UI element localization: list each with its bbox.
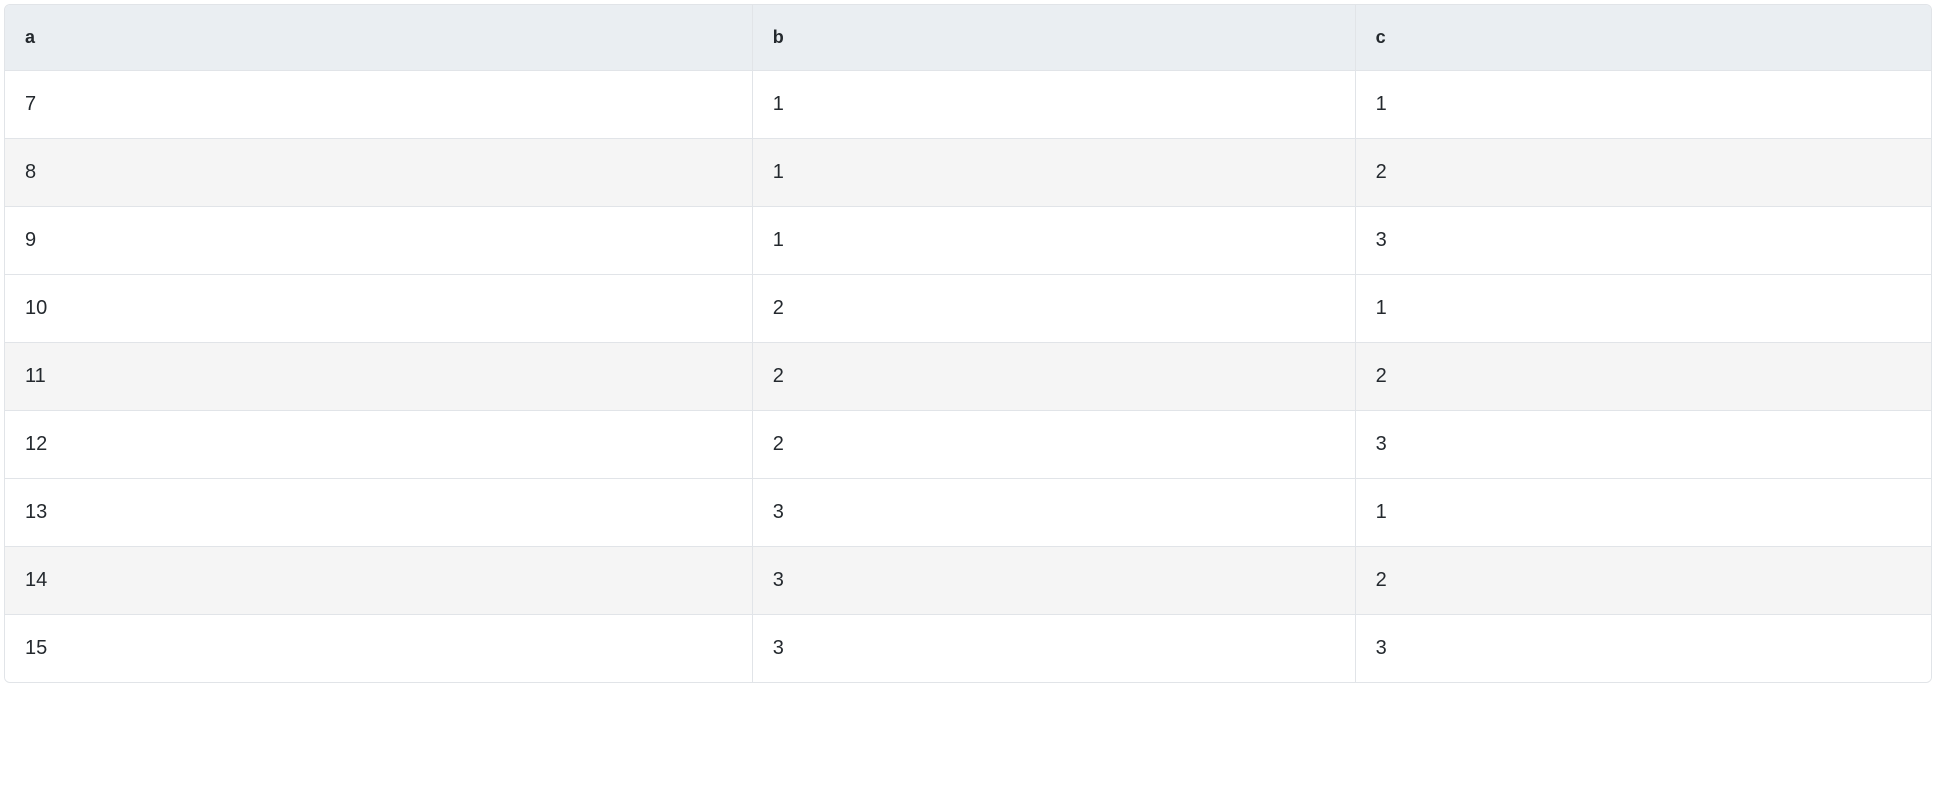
data-table: a b c 711812913102111221223133114321533 xyxy=(5,5,1931,682)
cell-a: 9 xyxy=(5,207,752,275)
table-row: 1432 xyxy=(5,547,1931,615)
cell-c: 1 xyxy=(1355,479,1931,547)
cell-a: 12 xyxy=(5,411,752,479)
cell-c: 2 xyxy=(1355,139,1931,207)
cell-a: 15 xyxy=(5,615,752,683)
table-row: 711 xyxy=(5,71,1931,139)
table-row: 812 xyxy=(5,139,1931,207)
table-row: 1331 xyxy=(5,479,1931,547)
cell-c: 1 xyxy=(1355,71,1931,139)
cell-b: 3 xyxy=(752,615,1355,683)
cell-a: 7 xyxy=(5,71,752,139)
cell-b: 3 xyxy=(752,547,1355,615)
cell-c: 3 xyxy=(1355,411,1931,479)
cell-b: 2 xyxy=(752,411,1355,479)
cell-b: 2 xyxy=(752,343,1355,411)
column-header-a: a xyxy=(5,5,752,71)
table-row: 1533 xyxy=(5,615,1931,683)
column-header-b: b xyxy=(752,5,1355,71)
table-row: 913 xyxy=(5,207,1931,275)
table-header-row: a b c xyxy=(5,5,1931,71)
cell-a: 8 xyxy=(5,139,752,207)
cell-a: 11 xyxy=(5,343,752,411)
cell-c: 3 xyxy=(1355,207,1931,275)
cell-b: 3 xyxy=(752,479,1355,547)
cell-c: 3 xyxy=(1355,615,1931,683)
cell-b: 2 xyxy=(752,275,1355,343)
table-row: 1223 xyxy=(5,411,1931,479)
data-table-container: a b c 711812913102111221223133114321533 xyxy=(4,4,1932,683)
cell-a: 14 xyxy=(5,547,752,615)
cell-a: 10 xyxy=(5,275,752,343)
table-row: 1122 xyxy=(5,343,1931,411)
cell-a: 13 xyxy=(5,479,752,547)
cell-b: 1 xyxy=(752,71,1355,139)
column-header-c: c xyxy=(1355,5,1931,71)
cell-b: 1 xyxy=(752,207,1355,275)
cell-c: 1 xyxy=(1355,275,1931,343)
table-body: 711812913102111221223133114321533 xyxy=(5,71,1931,683)
cell-c: 2 xyxy=(1355,547,1931,615)
cell-b: 1 xyxy=(752,139,1355,207)
cell-c: 2 xyxy=(1355,343,1931,411)
table-row: 1021 xyxy=(5,275,1931,343)
